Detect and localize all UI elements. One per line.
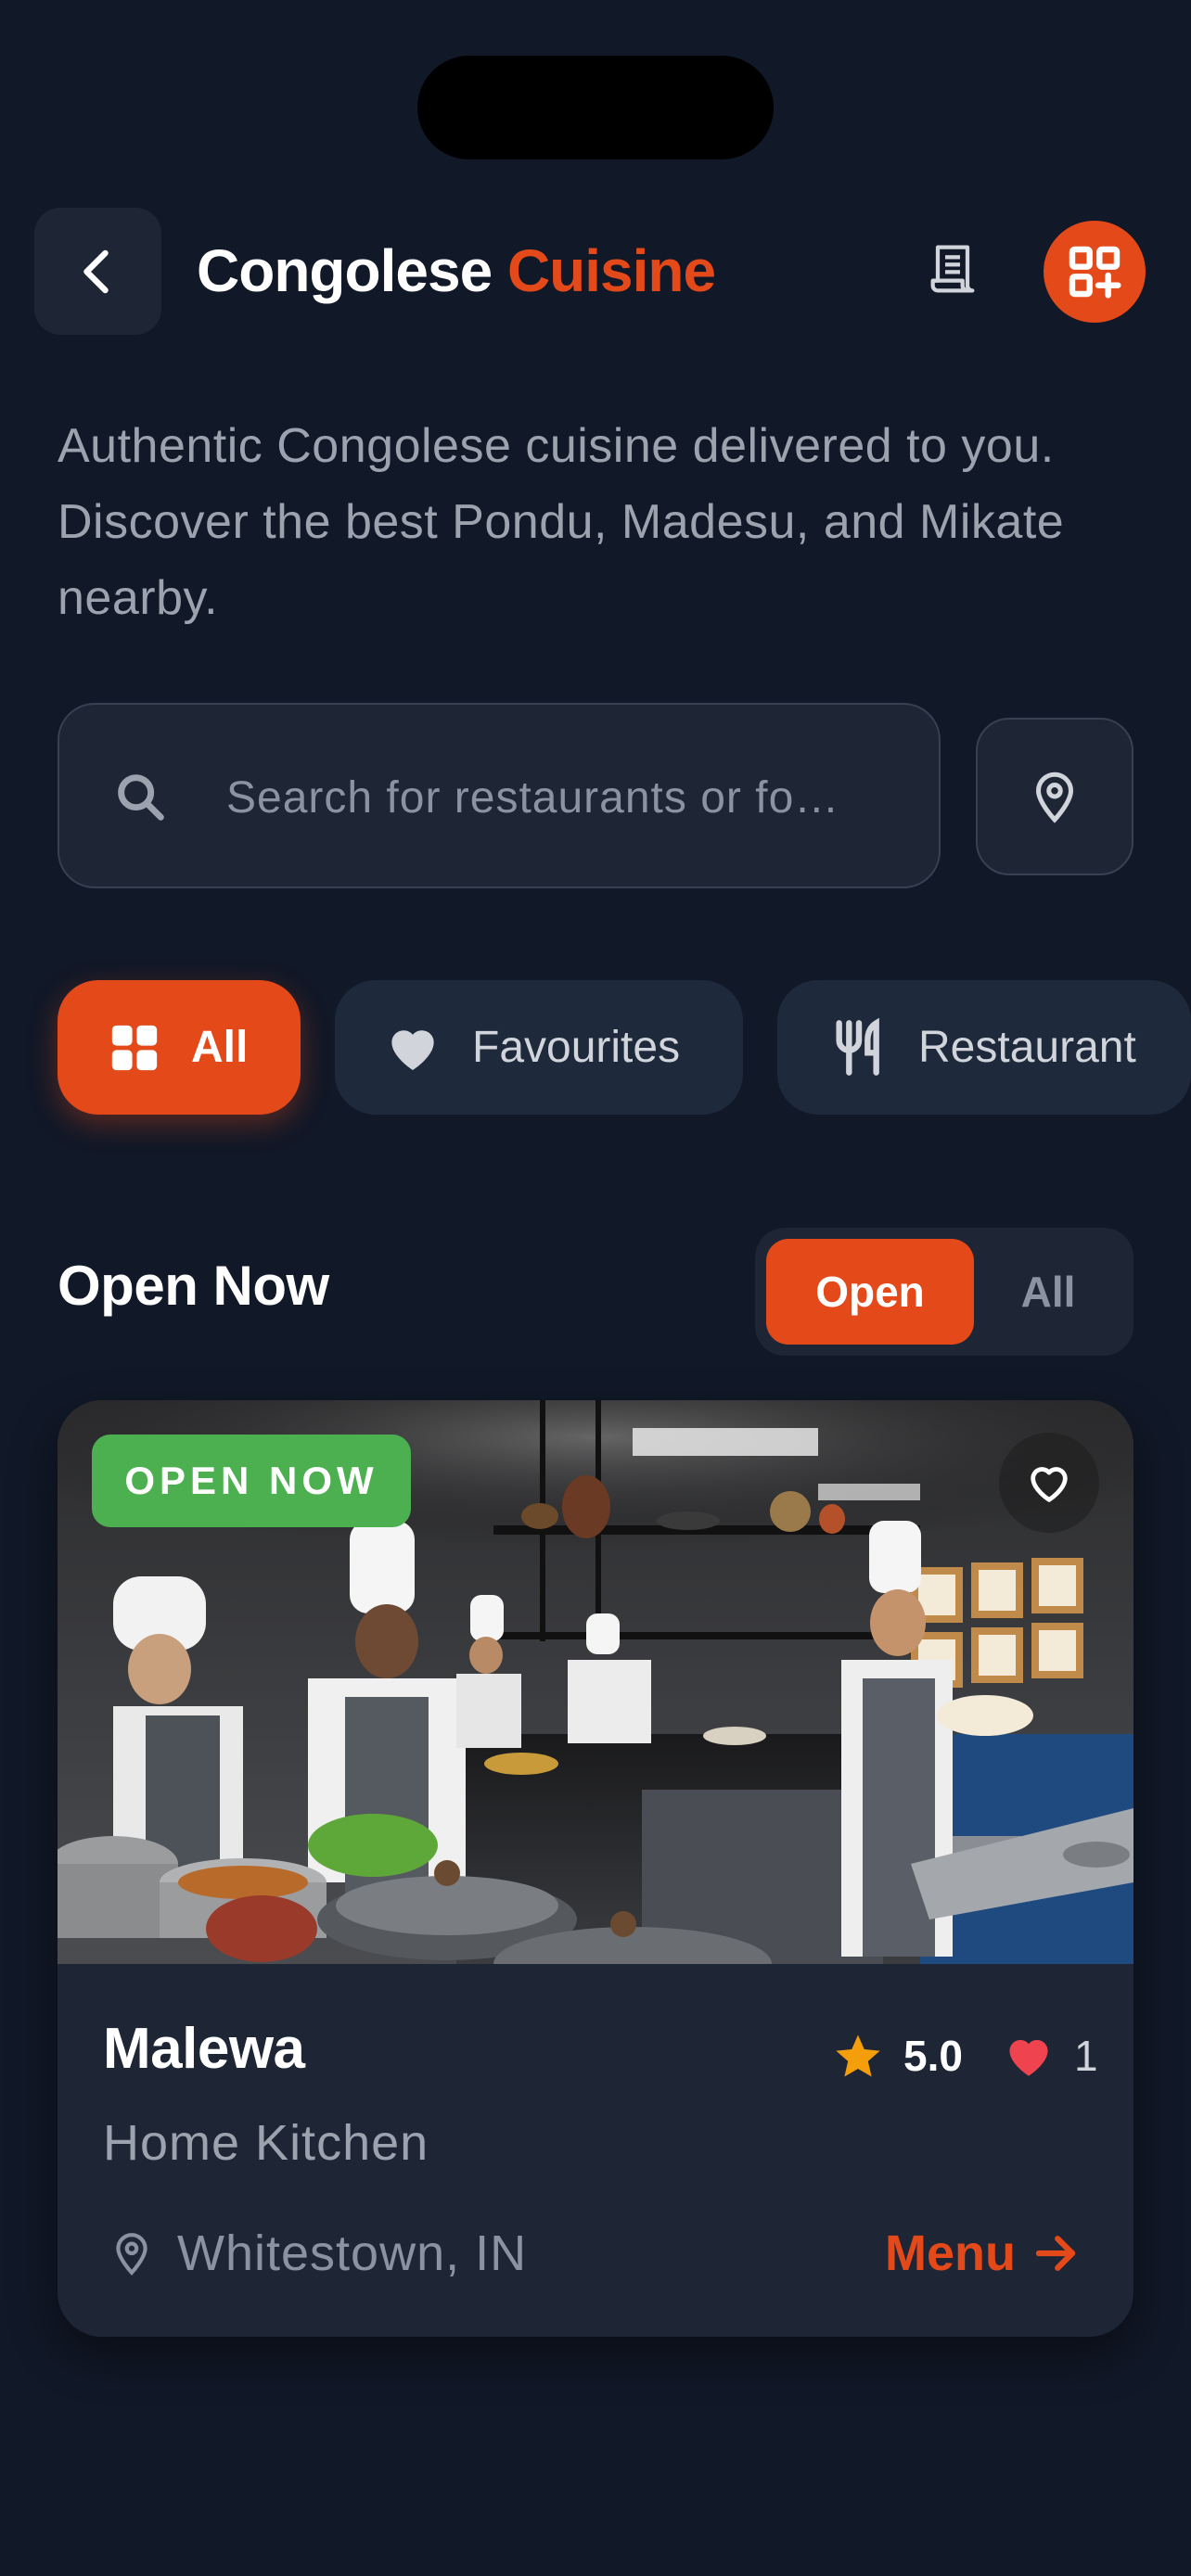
arrow-right-icon [1031, 2228, 1081, 2278]
receipt-button[interactable] [914, 232, 992, 310]
section-title: Open Now [58, 1255, 329, 1317]
chevron-left-icon [83, 249, 109, 293]
open-now-badge: OPEN NOW [92, 1435, 411, 1527]
map-pin-icon [1035, 772, 1074, 823]
heart-icon [383, 1018, 442, 1078]
heart-filled-icon [1002, 2029, 1056, 2083]
open-all-toggle: Open All [755, 1228, 1133, 1356]
filter-chip-label: All [191, 1023, 249, 1072]
grid-icon [108, 1021, 161, 1075]
search-input[interactable] [226, 760, 913, 835]
page-title: Congolese Cuisine [197, 232, 716, 310]
rating-row: 5.0 1 [833, 2025, 1098, 2086]
search-bar[interactable] [58, 703, 941, 888]
menu-label: Menu [885, 2225, 1016, 2281]
heart-outline-icon [1031, 1467, 1068, 1502]
title-main: Congolese [197, 237, 493, 304]
restaurant-location: Whitestown, IN [103, 2216, 527, 2290]
map-pin-icon [109, 2230, 155, 2276]
filter-chip-all[interactable]: All [58, 980, 301, 1115]
restaurant-type: Home Kitchen [103, 2115, 429, 2171]
filter-chip-restaurant[interactable]: Restaurant [777, 980, 1191, 1115]
rating-value: 5.0 [903, 2032, 963, 2080]
dynamic-island [417, 56, 774, 159]
title-accent: Cuisine [506, 237, 716, 304]
search-icon [118, 774, 164, 821]
page-description: Authentic Congolese cuisine delivered to… [58, 419, 1065, 625]
grid-add-icon [1069, 246, 1121, 299]
toggle-all-button[interactable]: All [974, 1239, 1122, 1345]
favourite-button[interactable] [999, 1433, 1099, 1533]
likes-count: 1 [1073, 2032, 1098, 2080]
star-icon [833, 2031, 883, 2081]
filter-chip-label: Restaurant [918, 1023, 1136, 1072]
menu-link[interactable]: Menu [885, 2216, 1081, 2290]
receipt-icon [930, 245, 975, 293]
back-button[interactable] [34, 208, 161, 335]
fork-knife-icon [829, 1017, 889, 1078]
filter-chip-favourites[interactable]: Favourites [335, 980, 743, 1115]
restaurant-card[interactable]: OPEN NOW Malewa 5.0 1 Home Kitchen White… [58, 1400, 1133, 2337]
filter-chip-label: Favourites [472, 1023, 681, 1072]
location-text: Whitestown, IN [177, 2225, 528, 2281]
location-button[interactable] [976, 718, 1133, 875]
grid-add-button[interactable] [1044, 221, 1146, 323]
restaurant-name: Malewa [103, 2017, 305, 2081]
toggle-open-button[interactable]: Open [766, 1239, 974, 1345]
